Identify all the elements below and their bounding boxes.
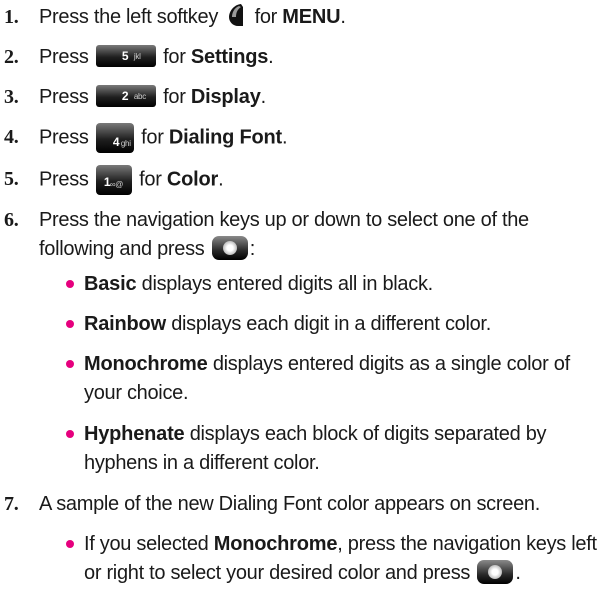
left-softkey-icon xyxy=(229,3,244,26)
step-text: A sample of the new Dialing Font color a… xyxy=(39,493,540,515)
option-name: Rainbow xyxy=(84,313,166,335)
step-number: 6. xyxy=(4,209,19,231)
option-name: Monochrome xyxy=(84,353,208,375)
bullet-icon xyxy=(66,430,74,438)
key-4-icon: 4 ghi xyxy=(95,123,134,153)
key-5-icon: 5 jkl xyxy=(95,44,156,67)
step-text: Press 5 jkl for Settings. xyxy=(39,43,597,72)
step-text-pre: Press the left softkey xyxy=(39,6,219,28)
note-text: If you selected Monochrome, press the na… xyxy=(84,530,597,588)
option-description-cont: hyphens in a different color. xyxy=(84,452,320,474)
step-number: 2. xyxy=(4,46,19,68)
step-number: 3. xyxy=(4,86,19,108)
note-text-end: . xyxy=(515,562,521,584)
option-text: Monochrome displays entered digits as a … xyxy=(84,350,597,408)
note-text-post: , press the navigation keys left xyxy=(337,533,597,555)
option-text: Basic displays entered digits all in bla… xyxy=(84,270,597,299)
step-display-target: Display xyxy=(190,86,261,108)
step-dialing-font-target: Dialing Font xyxy=(168,126,283,149)
step-text-pre: Press xyxy=(39,86,89,108)
step-text-post: . xyxy=(282,126,288,149)
bullet-icon xyxy=(66,360,74,368)
option-text: Hyphenate displays each block of digits … xyxy=(84,420,597,478)
option-description: displays entered digits as a single colo… xyxy=(207,353,570,375)
step-text-mid: for xyxy=(141,126,164,149)
step-text-post: . xyxy=(260,86,267,108)
step-text-post: . xyxy=(340,6,346,28)
step-text-mid: for xyxy=(254,6,278,28)
step-number: 5. xyxy=(4,168,19,190)
key-digit: 5 xyxy=(121,48,129,63)
option-name: Basic xyxy=(84,273,137,295)
step-number: 7. xyxy=(4,493,19,515)
key-letters: jkl xyxy=(133,51,141,61)
bullet-icon xyxy=(66,280,74,288)
step-text-mid: for xyxy=(139,168,162,191)
key-2-icon: 2 abc xyxy=(95,84,156,107)
step-color-target: Color xyxy=(166,168,219,191)
note-text-pre: If you selected xyxy=(84,533,214,555)
ok-key-icon xyxy=(477,559,514,584)
step-text-post: . xyxy=(218,168,224,191)
bullet-icon xyxy=(66,540,74,548)
key-1-icon: 1 ∞@ xyxy=(95,165,132,195)
ok-key-icon xyxy=(211,235,248,260)
option-description-cont: your choice. xyxy=(84,382,189,404)
option-name: Hyphenate xyxy=(84,423,185,445)
key-digit: 2 xyxy=(121,88,129,103)
key-digit: 4 xyxy=(112,135,120,149)
option-description: displays each block of digits separated … xyxy=(184,423,547,445)
key-letters: abc xyxy=(133,91,146,101)
step-text-post: : xyxy=(249,238,256,260)
step-text-mid: for xyxy=(163,86,186,108)
note-option-name: Monochrome xyxy=(213,533,338,555)
step-text-pre: Press xyxy=(39,168,89,191)
step-text-post: . xyxy=(268,46,274,68)
step-text-line1: Press the navigation keys up or down to … xyxy=(39,209,529,231)
step-settings-target: Settings xyxy=(190,46,269,68)
step-text: Press 1 ∞@ for Color. xyxy=(39,165,597,195)
step-menu-target: MENU xyxy=(282,6,341,28)
option-description: displays entered digits all in black. xyxy=(136,273,434,295)
step-text-line2: following and press xyxy=(39,238,205,260)
option-text: Rainbow displays each digit in a differe… xyxy=(84,310,597,339)
step-text-mid: for xyxy=(163,46,186,68)
step-text: Press 4 ghi for Dialing Font. xyxy=(39,123,597,153)
step-text: Press the left softkey for MENU. xyxy=(39,3,597,32)
step-text: Press the navigation keys up or down to … xyxy=(39,206,597,264)
instruction-page: 1. Press the left softkey for MENU. 2. P… xyxy=(0,0,601,597)
step-number: 4. xyxy=(4,126,19,148)
step-text-pre: Press xyxy=(39,126,89,149)
key-letters: ∞@ xyxy=(109,180,124,189)
step-text: Press 2 abc for Display. xyxy=(39,83,597,112)
step-number: 1. xyxy=(4,6,19,28)
option-description: displays each digit in a different color… xyxy=(165,313,491,335)
step-text-pre: Press xyxy=(39,46,89,68)
bullet-icon xyxy=(66,320,74,328)
key-letters: ghi xyxy=(120,139,131,148)
note-text-line2: or right to select your desired color an… xyxy=(84,562,471,584)
